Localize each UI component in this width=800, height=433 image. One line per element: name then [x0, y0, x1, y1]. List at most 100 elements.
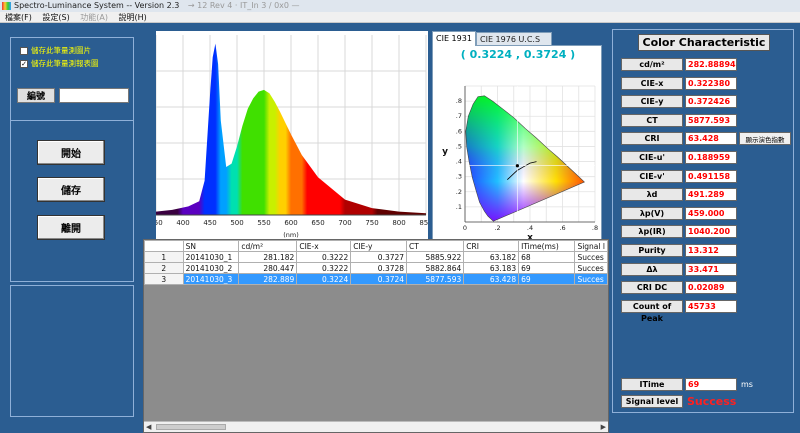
save-image-check-box[interactable] [20, 47, 28, 55]
menu-help[interactable]: 說明(H) [119, 13, 147, 22]
cc-row: CT 5877.593 [613, 113, 793, 128]
cc-label: CIE-x [621, 76, 683, 90]
col-cie-y[interactable]: CIE-y [350, 240, 408, 252]
cc-value: 491.289 [685, 188, 737, 202]
cell-cri[interactable]: 63.182 [463, 251, 520, 263]
serial-number-button[interactable]: 編號 [17, 88, 55, 103]
serial-number-input[interactable] [59, 88, 129, 103]
cell-itime[interactable]: 69 [518, 273, 576, 285]
cell-cd[interactable]: 280.447 [238, 262, 298, 274]
cc-row: CRI 63.428 顯示演色指數 [613, 132, 793, 146]
cc-row: CRI DC 0.02089 [613, 281, 793, 295]
options-panel: 儲存此筆量測圖片 ✓ 儲存此筆量測報表圖 編號 [10, 37, 134, 121]
spectrum-x-tick: 350 [156, 219, 163, 227]
app-icon [2, 2, 11, 10]
cie-x-tick: .6 [559, 224, 565, 232]
cc-value: 0.322380 [685, 76, 737, 90]
scroll-thumb[interactable] [156, 424, 226, 430]
col-sn[interactable]: SN [182, 240, 240, 252]
actions-panel: 開始 儲存 離開 [10, 120, 134, 282]
cie-y-tick: .5 [456, 142, 462, 150]
title-bar: Spectro-Luminance System -- Version 2.3 … [0, 0, 800, 12]
menu-settings[interactable]: 設定(S) [42, 13, 69, 22]
signal-level-row: Signal level Success [613, 395, 793, 409]
col-cd[interactable]: cd/m² [238, 240, 298, 252]
cc-value: 33.471 [685, 262, 737, 276]
table-header: SN cd/m² CIE-x CIE-y CT CRI ITime(ms) Si… [144, 240, 608, 252]
cell-cri[interactable]: 63.428 [463, 273, 520, 285]
save-button[interactable]: 儲存 [37, 177, 105, 202]
cell-ct[interactable]: 5877.593 [406, 273, 465, 285]
cell-cie-x[interactable]: 0.3222 [296, 262, 352, 274]
cc-row: λp(V) 459.000 [613, 206, 793, 221]
table-row[interactable]: 1 20141030_1 281.182 0.3222 0.3727 5885.… [144, 251, 608, 263]
save-report-checkbox[interactable]: ✓ 儲存此筆量測報表圖 [20, 59, 99, 69]
cell-itime[interactable]: 69 [518, 262, 576, 274]
exit-button[interactable]: 離開 [37, 215, 105, 240]
cc-row: Purity 13.312 [613, 244, 793, 258]
cell-ct[interactable]: 5882.864 [406, 262, 465, 274]
cc-row: λp(IR) 1040.200 [613, 225, 793, 239]
cc-label: Count of Peak [621, 299, 683, 323]
cell-cie-x[interactable]: 0.3222 [296, 251, 352, 263]
cc-value: 0.372426 [685, 95, 737, 109]
cc-row: CIE-u' 0.188959 [613, 151, 793, 165]
cell-ct[interactable]: 5885.922 [406, 251, 465, 263]
spectrum-x-tick: 450 [203, 219, 216, 227]
show-cri-button[interactable]: 顯示演色指數 [739, 132, 791, 146]
row-number: 3 [144, 273, 184, 285]
cie-y-tick: .8 [456, 97, 462, 105]
signal-level-value: Success [687, 395, 737, 408]
save-report-check-box[interactable]: ✓ [20, 60, 28, 68]
cie-panel: CIE 1931 CIE 1976 U.C.S ( 0.3224 , 0.372… [432, 31, 602, 245]
cc-label: λp(V) [621, 206, 683, 220]
cell-sn[interactable]: 20141030_2 [182, 262, 240, 274]
cie-y-tick: .3 [456, 173, 462, 181]
col-cie-x[interactable]: CIE-x [296, 240, 352, 252]
cc-value: 45733 [685, 299, 737, 313]
horizontal-scrollbar[interactable]: ◀ ▶ [144, 421, 608, 432]
cc-value: 0.02089 [685, 281, 737, 295]
cie-y-tick: .2 [456, 188, 462, 196]
scroll-right-icon[interactable]: ▶ [601, 423, 606, 431]
spectrum-x-tick: 400 [176, 219, 189, 227]
spectrum-x-tick: 700 [338, 219, 351, 227]
table-row[interactable]: 2 20141030_2 280.447 0.3222 0.3728 5882.… [144, 262, 608, 274]
cell-cd[interactable]: 282.889 [238, 273, 298, 285]
cell-signal[interactable]: Succes [574, 262, 608, 274]
scroll-left-icon[interactable]: ◀ [146, 423, 151, 431]
spectrum-x-unit: (nm) [283, 231, 299, 239]
color-characteristic-title: Color Characteristic [638, 34, 770, 51]
cell-cd[interactable]: 281.182 [238, 251, 298, 263]
cell-cie-x[interactable]: 0.3224 [296, 273, 352, 285]
tab-cie-1931[interactable]: CIE 1931 [432, 31, 476, 46]
cie-svg: 0.2.4.6.8.8.7.6.5.4.3.2.1xy [442, 85, 598, 243]
table-row-selected[interactable]: 3 20141030_3 282.889 0.3224 0.3724 5877.… [144, 273, 608, 285]
spectrum-x-tick: 550 [257, 219, 270, 227]
col-ct[interactable]: CT [406, 240, 465, 252]
cie-x-tick: 0 [463, 224, 467, 232]
cell-itime[interactable]: 68 [518, 251, 576, 263]
cell-cie-y[interactable]: 0.3727 [350, 251, 408, 263]
cell-cie-y[interactable]: 0.3724 [350, 273, 408, 285]
cell-signal[interactable]: Succes [574, 273, 608, 285]
tab-cie-1976[interactable]: CIE 1976 U.C.S [476, 32, 552, 45]
cell-signal[interactable]: Succes [574, 251, 608, 263]
row-number: 1 [144, 251, 184, 263]
xy-readout: ( 0.3224 , 0.3724 ) [460, 48, 576, 61]
col-signal[interactable]: Signal l [574, 240, 608, 252]
col-cri[interactable]: CRI [463, 240, 520, 252]
save-image-checkbox[interactable]: 儲存此筆量測圖片 [20, 46, 91, 56]
start-button[interactable]: 開始 [37, 140, 105, 165]
cell-cri[interactable]: 63.183 [463, 262, 520, 274]
cc-label: CRI [621, 132, 683, 146]
cell-cie-y[interactable]: 0.3728 [350, 262, 408, 274]
results-grid: SN cd/m² CIE-x CIE-y CT CRI ITime(ms) Si… [143, 239, 609, 433]
color-characteristic-panel: Color Characteristic cd/m² 282.88894 CIE-x… [612, 29, 794, 413]
cell-sn[interactable]: 20141030_3 [182, 273, 240, 285]
menu-file[interactable]: 檔案(F) [5, 13, 32, 22]
spectrum-chart: 350 400 450 500 550 600 650 700 750 800 850 (nm) [149, 31, 433, 245]
row-number: 2 [144, 262, 184, 274]
col-itime[interactable]: ITime(ms) [518, 240, 576, 252]
cell-sn[interactable]: 20141030_1 [182, 251, 240, 263]
